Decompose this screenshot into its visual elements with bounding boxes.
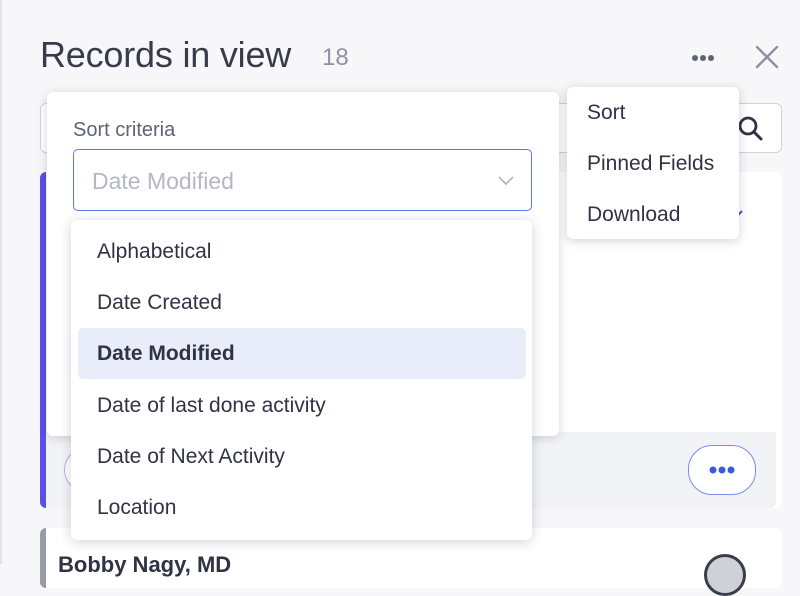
more-horizontal-icon[interactable] <box>686 48 720 68</box>
sort-criteria-label: Sort criteria <box>73 119 176 141</box>
close-icon[interactable] <box>752 42 782 72</box>
sort-option-date-created[interactable]: Date Created <box>78 277 526 328</box>
record-more-button[interactable] <box>688 445 756 495</box>
menu-item-pinned-fields[interactable]: Pinned Fields <box>587 152 714 176</box>
chevron-down-icon <box>498 176 514 186</box>
overflow-menu: Sort Pinned Fields Download <box>567 87 739 239</box>
sort-option-date-next-activity[interactable]: Date of Next Activity <box>78 431 526 482</box>
sort-select-value: Date Modified <box>92 168 234 194</box>
sort-option-date-modified[interactable]: Date Modified <box>78 328 526 379</box>
record-name: Bobby Nagy, MD <box>58 552 232 577</box>
menu-item-sort[interactable]: Sort <box>587 101 626 125</box>
left-border <box>0 0 2 564</box>
avatar[interactable] <box>704 554 746 596</box>
sort-option-alphabetical[interactable]: Alphabetical <box>78 226 526 277</box>
search-icon[interactable] <box>736 114 766 144</box>
sort-option-location[interactable]: Location <box>78 482 526 533</box>
sort-option-date-last-done-activity[interactable]: Date of last done activity <box>78 380 526 431</box>
sort-criteria-select[interactable]: Date Modified <box>73 149 532 211</box>
menu-item-download[interactable]: Download <box>587 203 680 227</box>
page-title: Records in view <box>40 34 292 75</box>
more-horizontal-icon <box>709 466 735 474</box>
sort-options-list: Alphabetical Date Created Date Modified … <box>71 220 532 540</box>
records-count-badge: 18 <box>322 44 349 71</box>
